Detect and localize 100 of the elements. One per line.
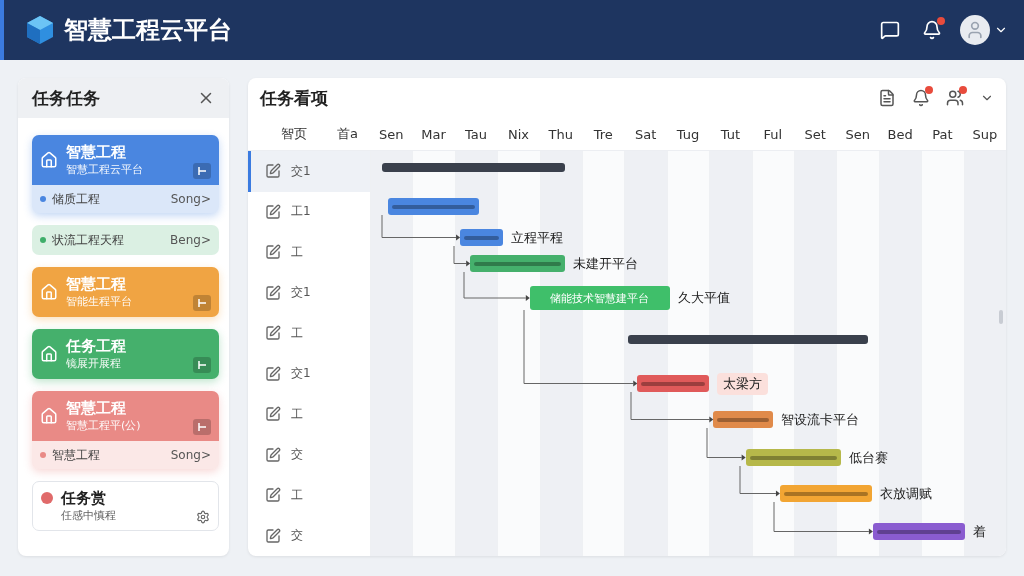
- task-label: 太梁方: [717, 372, 769, 395]
- day-header: Pat: [931, 126, 954, 142]
- row-label: 交: [291, 527, 303, 545]
- collapse-button[interactable]: [193, 163, 211, 179]
- edit-icon[interactable]: [265, 284, 281, 301]
- settings-icon[interactable]: [196, 510, 210, 524]
- house-icon: [40, 345, 58, 363]
- avatar[interactable]: [960, 15, 990, 45]
- edit-icon[interactable]: [265, 244, 281, 261]
- collapse-button[interactable]: [193, 357, 211, 373]
- card-title: 任务工程: [66, 337, 127, 356]
- day-header: Sup: [971, 126, 999, 142]
- row-label: 工: [291, 243, 303, 261]
- task-label: 衣放调赋: [880, 484, 932, 503]
- card-subtitle: 智能生程平台: [66, 294, 133, 309]
- assignee-link[interactable]: Song>: [170, 192, 211, 206]
- day-header: Mar: [420, 126, 447, 142]
- task-row[interactable]: 交1: [248, 272, 370, 313]
- card-footer-text: 储质工程: [52, 190, 101, 208]
- column-header: 首a: [337, 125, 358, 143]
- task-row[interactable]: 交1: [248, 151, 370, 192]
- day-header: Tug: [675, 126, 701, 142]
- day-header: Thu: [547, 126, 575, 142]
- app-title: 智慧工程云平台: [64, 15, 233, 46]
- task-row[interactable]: 工: [248, 475, 370, 516]
- day-header: Ful: [762, 126, 784, 142]
- row-label: 工1: [291, 203, 311, 221]
- panel-title: 任务看项: [260, 86, 329, 110]
- day-header: Tau: [464, 126, 488, 142]
- task-row[interactable]: 交: [248, 515, 370, 556]
- task-strip[interactable]: 状流工程天程 Beng>: [32, 225, 219, 255]
- task-card[interactable]: 智慧工程 智慧工程平(公) 智慧工程 Song>: [32, 391, 219, 469]
- task-label: 着: [972, 522, 986, 541]
- day-header: Nix: [506, 126, 530, 142]
- edit-icon[interactable]: [265, 365, 281, 382]
- task-row[interactable]: 交: [248, 434, 370, 475]
- task-label: 未建开平台: [573, 254, 639, 273]
- assignee-link[interactable]: Beng>: [170, 233, 211, 247]
- day-header: Sat: [633, 126, 658, 142]
- task-row[interactable]: 工1: [248, 191, 370, 232]
- chat-icon[interactable]: [880, 20, 900, 40]
- status-dot: [40, 196, 46, 202]
- edit-icon[interactable]: [265, 527, 281, 544]
- collapse-button[interactable]: [193, 419, 211, 435]
- users-icon[interactable]: [946, 89, 964, 107]
- edit-icon[interactable]: [265, 446, 281, 463]
- scrollbar[interactable]: [999, 310, 1003, 324]
- bell-icon[interactable]: [922, 20, 942, 40]
- task-row[interactable]: 工: [248, 394, 370, 435]
- row-label: 工: [291, 324, 303, 342]
- connector-arrow: [738, 466, 782, 498]
- collapse-icon: [197, 422, 207, 432]
- collapse-icon: [197, 298, 207, 308]
- logo-icon: [26, 15, 54, 45]
- card-title: 智慧工程: [66, 143, 127, 162]
- collapse-icon: [197, 166, 207, 176]
- row-label: 交1: [291, 284, 311, 302]
- task-card[interactable]: 智慧工程 智慧工程云平台 储质工程 Song>: [32, 135, 219, 213]
- row-label: 交1: [291, 365, 311, 383]
- row-label: 交: [291, 446, 303, 464]
- day-header: Bed: [886, 126, 914, 142]
- day-header: Sen: [844, 126, 871, 142]
- column-header: 智页: [281, 125, 308, 143]
- task-bar[interactable]: [459, 229, 504, 246]
- house-icon: [40, 283, 58, 301]
- card-subtitle: 镜展开展程: [66, 356, 122, 371]
- edit-icon[interactable]: [265, 203, 281, 220]
- card-title: 任务赏: [61, 489, 107, 508]
- task-row[interactable]: 工: [248, 313, 370, 354]
- connector-arrow: [451, 246, 473, 268]
- task-label: 低台赛: [848, 448, 888, 467]
- edit-icon[interactable]: [265, 406, 281, 423]
- task-row[interactable]: 工: [248, 232, 370, 273]
- card-subtitle: 智慧工程平(公): [66, 418, 142, 433]
- task-bar[interactable]: [637, 375, 710, 392]
- edit-icon[interactable]: [265, 163, 281, 180]
- connector-arrow: [462, 272, 532, 302]
- assignee-link[interactable]: Song>: [170, 448, 211, 462]
- house-icon: [40, 407, 58, 425]
- panel-title: 任务任务: [32, 86, 100, 110]
- edit-icon[interactable]: [265, 325, 281, 342]
- card-footer-text: 智慧工程: [52, 446, 101, 464]
- document-icon[interactable]: [878, 89, 896, 107]
- card-title: 智慧工程: [66, 399, 127, 418]
- row-label: 交1: [291, 162, 311, 180]
- day-header: Tre: [592, 126, 614, 142]
- row-label: 工: [291, 405, 303, 423]
- card-subtitle: 任感中慎程: [61, 508, 117, 523]
- task-row[interactable]: 交1: [248, 353, 370, 394]
- strip-text: 状流工程天程: [52, 231, 125, 249]
- card-subtitle: 智慧工程云平台: [66, 162, 144, 177]
- task-label: 久大平值: [677, 289, 730, 307]
- day-header: Set: [803, 126, 827, 142]
- bell-icon[interactable]: [912, 89, 930, 107]
- house-icon: [40, 151, 58, 169]
- card-title: 智慧工程: [66, 275, 127, 294]
- status-dot: [40, 237, 46, 243]
- collapse-icon: [197, 360, 207, 370]
- edit-icon[interactable]: [265, 487, 281, 504]
- task-card[interactable]: 任务赏 任感中慎程: [32, 481, 219, 531]
